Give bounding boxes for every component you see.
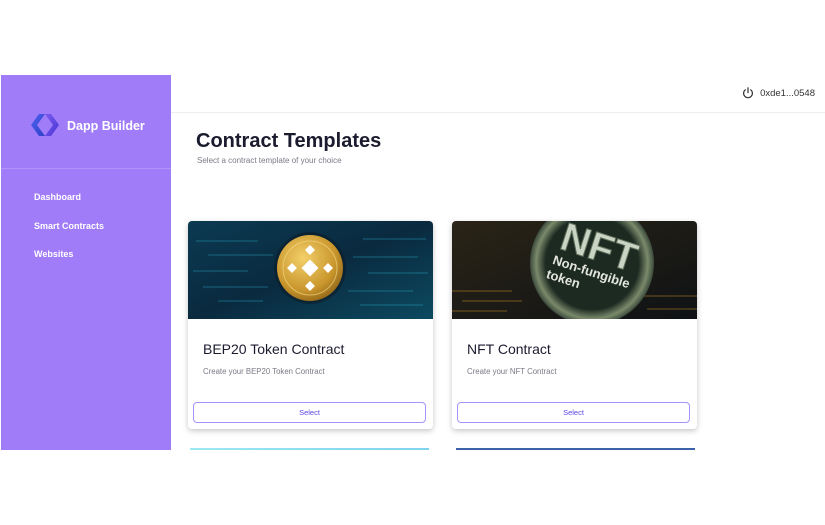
template-card-bep20[interactable]: BEP20 Token Contract Create your BEP20 T… — [188, 221, 433, 429]
select-bep20-button[interactable]: Select — [193, 402, 426, 423]
sidebar: Dapp Builder Dashboard Smart Contracts W… — [1, 75, 171, 450]
app-window: Dapp Builder Dashboard Smart Contracts W… — [1, 75, 825, 450]
sidebar-item-websites[interactable]: Websites — [34, 248, 104, 277]
topbar: 0xde1...0548 — [171, 75, 825, 113]
sidebar-item-smart-contracts[interactable]: Smart Contracts — [34, 220, 104, 249]
card-title: BEP20 Token Contract — [203, 341, 345, 357]
bep20-card-image — [188, 221, 433, 319]
page-title: Contract Templates — [196, 130, 382, 152]
power-icon — [743, 87, 754, 99]
dapp-builder-logo-icon — [31, 114, 59, 136]
template-card-next-2[interactable] — [456, 448, 695, 450]
card-description: Create your NFT Contract — [467, 367, 557, 376]
template-card-nft[interactable]: NFT Non-fungible token NFT Contract Crea… — [452, 221, 697, 429]
wallet-button[interactable]: 0xde1...0548 — [742, 86, 815, 100]
template-card-next-1[interactable] — [190, 448, 429, 450]
wallet-address: 0xde1...0548 — [760, 87, 815, 99]
card-title: NFT Contract — [467, 341, 551, 357]
card-description: Create your BEP20 Token Contract — [203, 367, 325, 376]
brand-name: Dapp Builder — [67, 119, 145, 133]
page-subtitle: Select a contract template of your choic… — [197, 156, 342, 165]
select-nft-button[interactable]: Select — [457, 402, 690, 423]
brand[interactable]: Dapp Builder — [1, 75, 171, 169]
sidebar-nav: Dashboard Smart Contracts Websites — [34, 191, 104, 277]
sidebar-item-dashboard[interactable]: Dashboard — [34, 191, 104, 220]
nft-card-image: NFT Non-fungible token — [452, 221, 697, 319]
